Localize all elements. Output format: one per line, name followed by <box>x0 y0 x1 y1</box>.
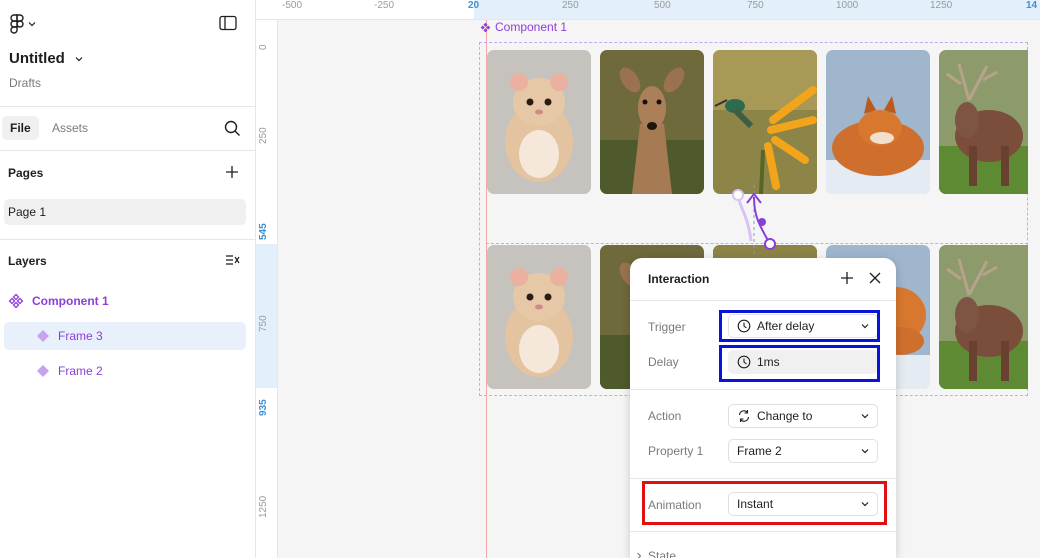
layer-options-button[interactable] <box>224 252 240 271</box>
ruler-tick: 1250 <box>258 495 269 518</box>
figma-logo-icon <box>10 14 24 34</box>
ruler-tick: 750 <box>258 315 269 332</box>
chevron-down-icon <box>75 56 83 61</box>
hummingbird-image <box>713 50 817 194</box>
layer-label: Frame 2 <box>58 364 103 378</box>
plus-icon <box>226 166 238 178</box>
divider <box>0 150 255 151</box>
action-select[interactable]: Change to <box>728 404 878 428</box>
highlight-animation <box>642 481 887 525</box>
ruler-tick: 750 <box>747 0 764 11</box>
interaction-title: Interaction <box>648 272 710 286</box>
sidebar-panel-icon <box>219 15 237 31</box>
vertical-ruler: 0 250 545 750 935 1250 <box>256 20 278 558</box>
close-panel-button[interactable] <box>868 271 882 288</box>
property-select[interactable]: Frame 2 <box>728 439 878 463</box>
sidebar-tabs: File Assets <box>0 107 255 150</box>
trigger-label: Trigger <box>648 320 686 334</box>
chevron-down-icon <box>28 22 36 27</box>
stag-image <box>939 50 1028 194</box>
stag-image <box>939 245 1028 389</box>
divider <box>0 239 255 240</box>
add-page-button[interactable] <box>224 164 240 183</box>
layer-label: Frame 3 <box>58 329 103 343</box>
ruler-tick: -250 <box>374 0 395 11</box>
ruler-tick: 1000 <box>836 0 859 11</box>
layer-component-1[interactable]: Component 1 <box>8 287 246 315</box>
property-value: Frame 2 <box>737 444 782 458</box>
divider <box>630 300 896 301</box>
ruler-tick: 935 <box>258 399 269 416</box>
ruler-tick: -500 <box>282 0 303 11</box>
state-label: State <box>648 549 677 558</box>
layer-frame-3[interactable]: Frame 3 <box>4 322 246 350</box>
tab-file[interactable]: File <box>2 116 39 140</box>
component-icon <box>8 293 24 309</box>
highlight-trigger <box>719 310 880 342</box>
deer-image <box>600 50 704 194</box>
instance-icon <box>37 330 49 342</box>
layers-heading: Layers <box>8 254 47 268</box>
ruler-tick: 500 <box>654 0 671 11</box>
hamster-image <box>487 50 591 194</box>
ruler-tick: 0 <box>258 44 269 50</box>
ruler-tick: 545 <box>258 223 269 240</box>
layers-collapse-icon <box>226 255 240 265</box>
component-icon <box>480 22 491 32</box>
plus-icon <box>841 272 853 284</box>
instance-icon <box>37 365 49 377</box>
prototype-connection[interactable] <box>725 185 785 255</box>
layer-frame-2[interactable]: Frame 2 <box>4 357 246 385</box>
chevron-down-icon <box>861 449 869 454</box>
add-interaction-button[interactable] <box>840 271 854 288</box>
component-name: Component 1 <box>495 20 568 34</box>
divider <box>630 531 896 532</box>
hamster-image <box>487 245 591 389</box>
toggle-sidebar-button[interactable] <box>219 15 237 34</box>
delay-label: Delay <box>648 355 679 369</box>
ruler-tick: 20 <box>468 0 480 11</box>
state-section-toggle[interactable]: State <box>636 549 676 558</box>
highlight-delay <box>719 345 880 382</box>
page-item[interactable]: Page 1 <box>4 199 246 225</box>
divider <box>630 478 896 479</box>
file-title-button[interactable]: Untitled <box>9 50 83 67</box>
ruler-tick: 250 <box>562 0 579 11</box>
divider <box>630 389 896 390</box>
file-location: Drafts <box>9 76 42 90</box>
chevron-right-icon <box>637 552 642 558</box>
horizontal-ruler: -500 -250 20 250 500 750 1000 1250 14 <box>256 0 1040 20</box>
file-header: Untitled Drafts <box>0 0 255 106</box>
ruler-tick: 14 <box>1026 0 1038 11</box>
pages-heading: Pages <box>8 166 44 180</box>
component-label[interactable]: Component 1 <box>480 20 567 34</box>
main-menu-button[interactable] <box>10 14 36 34</box>
chevron-down-icon <box>861 414 869 419</box>
tab-assets[interactable]: Assets <box>44 116 96 140</box>
swap-icon <box>738 410 750 422</box>
search-icon <box>224 120 240 136</box>
action-label: Action <box>648 409 682 423</box>
file-title: Untitled <box>9 50 65 67</box>
ruler-tick: 250 <box>258 127 269 144</box>
action-value: Change to <box>757 409 813 423</box>
layer-label: Component 1 <box>32 294 109 308</box>
ruler-tick: 1250 <box>930 0 953 11</box>
fox-image <box>826 50 930 194</box>
search-button[interactable] <box>224 120 241 140</box>
close-icon <box>869 272 881 284</box>
property-label: Property 1 <box>648 444 704 458</box>
left-sidebar: Untitled Drafts File Assets Pages Page 1… <box>0 0 256 558</box>
